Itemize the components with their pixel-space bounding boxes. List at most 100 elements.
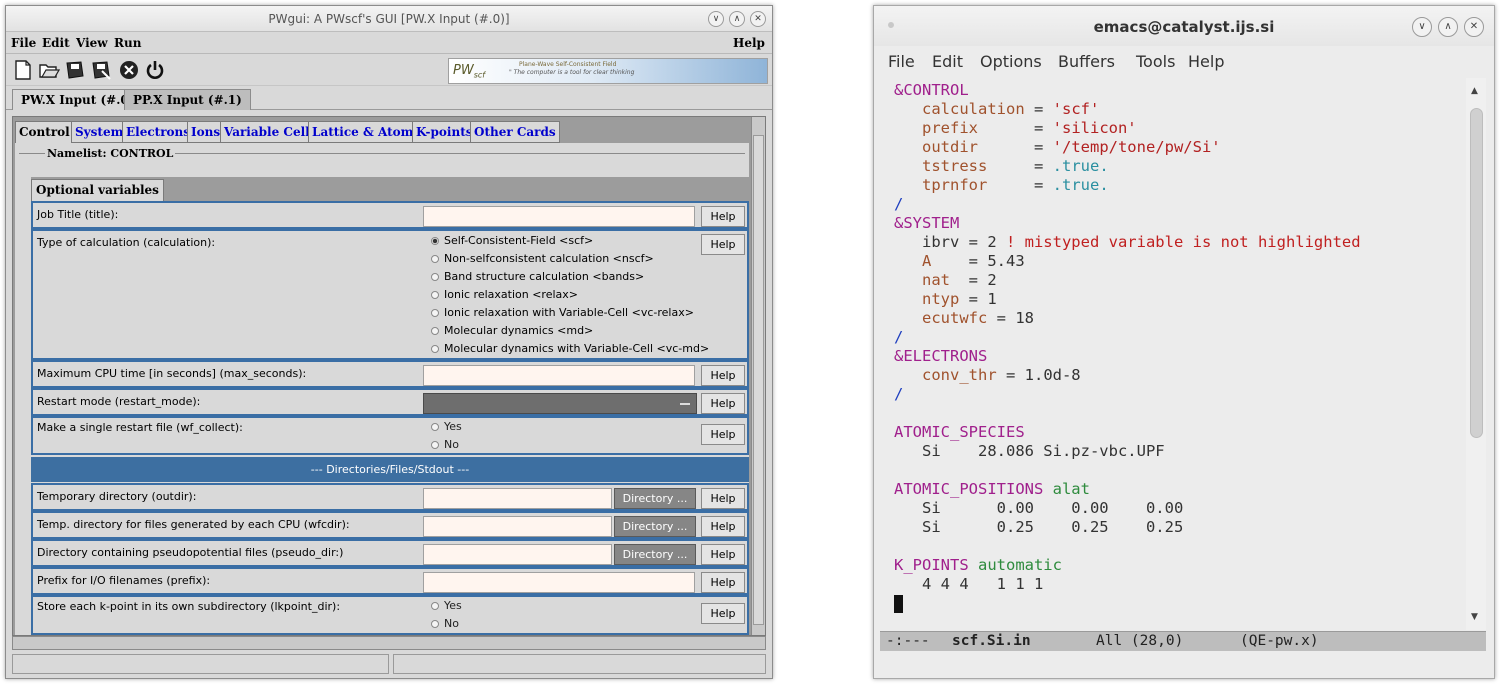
close-file-icon[interactable] (118, 59, 140, 81)
tab-pp-input[interactable]: PP.X Input (#.1) (124, 89, 251, 110)
dropdown-indicator-icon (680, 403, 690, 405)
row-title: Job Title (title): Help (31, 201, 749, 229)
directory-button-wfcdir[interactable]: Directory ... (614, 516, 696, 537)
pwgui-menubar: File Edit View Run Help (6, 32, 772, 54)
scroll-down-icon[interactable]: ▼ (1471, 612, 1478, 622)
pseudo-dir-input[interactable] (423, 544, 612, 565)
save-as-icon[interactable] (90, 59, 112, 81)
menu-edit[interactable]: Edit (42, 36, 70, 50)
optional-variables-bar: Optional variables (31, 177, 749, 201)
minimize-icon[interactable]: ∨ (708, 11, 724, 27)
code-line: K_POINTS automatic (894, 556, 1062, 574)
tab-optional-variables[interactable]: Optional variables (31, 179, 164, 201)
code-line: Si 0.00 0.00 0.00 (894, 499, 1184, 517)
radio-bands[interactable]: Band structure calculation <bands> (431, 270, 644, 283)
panel-vertical-scrollbar[interactable] (751, 117, 765, 635)
code-line: / (894, 195, 904, 213)
code-line: nat = 2 (894, 271, 997, 289)
control-namelist-panel: Namelist: CONTROL Optional variables Job… (15, 143, 749, 635)
emacs-menu-help[interactable]: Help (1188, 52, 1224, 71)
tab-system[interactable]: System (71, 121, 128, 143)
help-button-title[interactable]: Help (701, 206, 745, 227)
row-wfcdir: Temp. directory for files generated by e… (31, 511, 749, 539)
row-calculation: Type of calculation (calculation): Self-… (31, 229, 749, 360)
radio-nscf[interactable]: Non-selfconsistent calculation <nscf> (431, 252, 654, 265)
emacs-menu-edit[interactable]: Edit (932, 52, 963, 71)
wfcdir-input[interactable] (423, 516, 612, 537)
modeline-status: -:--- (886, 633, 930, 649)
radio-md[interactable]: Molecular dynamics <md> (431, 324, 593, 337)
banner-logo: PWscf (453, 63, 486, 80)
radio-wf-collect-no[interactable]: No (431, 438, 459, 451)
emacs-titlebar[interactable]: emacs@catalyst.ijs.si ∨ ∧ ✕ (874, 6, 1494, 46)
menu-run[interactable]: Run (114, 36, 141, 50)
code-line: prefix = 'silicon' (894, 119, 1137, 137)
scrollbar-thumb[interactable] (753, 135, 764, 625)
help-button-max-seconds[interactable]: Help (701, 365, 745, 386)
panel-horizontal-scrollbar[interactable] (12, 636, 766, 650)
emacs-vertical-scrollbar[interactable]: ▲ ▼ (1466, 78, 1486, 630)
emacs-window: emacs@catalyst.ijs.si ∨ ∧ ✕ File Edit Op… (873, 5, 1495, 679)
minimize-icon[interactable]: ∨ (1412, 17, 1432, 37)
help-button-lkpoint-dir[interactable]: Help (701, 603, 745, 624)
radio-lkpoint-dir-yes[interactable]: Yes (431, 599, 462, 612)
menu-file[interactable]: File (11, 36, 36, 50)
help-button-prefix[interactable]: Help (701, 572, 745, 593)
maximize-icon[interactable]: ∧ (729, 11, 745, 27)
directory-button-pseudo-dir[interactable]: Directory ... (614, 544, 696, 565)
emacs-menu-file[interactable]: File (888, 52, 915, 71)
restart-mode-select[interactable] (423, 393, 697, 414)
close-icon[interactable]: ✕ (1464, 17, 1484, 37)
radio-wf-collect-yes[interactable]: Yes (431, 420, 462, 433)
pwgui-toolbar: PWscf Plane-Wave Self-Consistent Field "… (6, 54, 772, 86)
label-calculation: Type of calculation (calculation): (37, 236, 216, 249)
radio-lkpoint-dir-no[interactable]: No (431, 617, 459, 630)
emacs-editor-buffer[interactable]: &CONTROL calculation = 'scf' prefix = 's… (884, 78, 1466, 630)
save-icon[interactable] (64, 59, 86, 81)
tab-k-points[interactable]: K-points (412, 121, 477, 143)
new-file-icon[interactable] (12, 59, 34, 81)
title-input[interactable] (423, 206, 695, 227)
tab-electrons[interactable]: Electrons (122, 121, 194, 143)
document-tabs: PW.X Input (#.0) PP.X Input (#.1) (6, 86, 772, 110)
emacs-menu-buffers[interactable]: Buffers (1058, 52, 1115, 71)
emacs-minibuffer[interactable] (880, 652, 1486, 674)
modeline-buffer-name[interactable]: scf.Si.in (952, 633, 1031, 649)
help-button-wfcdir[interactable]: Help (701, 516, 745, 537)
code-line: ATOMIC_SPECIES (894, 423, 1025, 441)
code-line: ntyp = 1 (894, 290, 997, 308)
tab-ions[interactable]: Ions (187, 121, 225, 143)
power-icon[interactable] (144, 59, 166, 81)
tab-variable-cell[interactable]: Variable Cell (220, 121, 314, 143)
maximize-icon[interactable]: ∧ (1438, 17, 1458, 37)
close-icon[interactable]: ✕ (750, 11, 766, 27)
tab-control[interactable]: Control (15, 121, 74, 145)
code-line: calculation = 'scf' (894, 100, 1100, 118)
modeline-major-mode[interactable]: (QE-pw.x) (1240, 633, 1319, 649)
emacs-menu-tools[interactable]: Tools (1136, 52, 1175, 71)
help-button-pseudo-dir[interactable]: Help (701, 544, 745, 565)
emacs-menu-options[interactable]: Options (980, 52, 1042, 71)
outdir-input[interactable] (423, 488, 612, 509)
open-folder-icon[interactable] (38, 59, 60, 81)
directory-button-outdir[interactable]: Directory ... (614, 488, 696, 509)
help-button-outdir[interactable]: Help (701, 488, 745, 509)
scrollbar-thumb[interactable] (1470, 108, 1483, 438)
radio-vc-relax[interactable]: Ionic relaxation with Variable-Cell <vc-… (431, 306, 694, 319)
help-button-calculation[interactable]: Help (701, 234, 745, 255)
tab-lattice-atoms[interactable]: Lattice & Atoms (308, 121, 425, 143)
menu-view[interactable]: View (76, 36, 108, 50)
prefix-input[interactable] (423, 572, 695, 593)
help-button-wf-collect[interactable]: Help (701, 424, 745, 445)
label-prefix: Prefix for I/O filenames (prefix): (37, 574, 211, 587)
menu-help[interactable]: Help (733, 36, 765, 50)
radio-vc-md[interactable]: Molecular dynamics with Variable-Cell <v… (431, 342, 709, 355)
max-seconds-input[interactable] (423, 365, 695, 386)
scroll-up-icon[interactable]: ▲ (1471, 86, 1478, 96)
help-button-restart-mode[interactable]: Help (701, 393, 745, 414)
row-lkpoint-dir: Store each k-point in its own subdirecto… (31, 595, 749, 635)
pwgui-titlebar[interactable]: PWgui: A PWscf's GUI [PW.X Input (#.0)] … (6, 6, 772, 32)
tab-other-cards[interactable]: Other Cards (470, 121, 560, 143)
radio-scf[interactable]: Self-Consistent-Field <scf> (431, 234, 593, 247)
radio-relax[interactable]: Ionic relaxation <relax> (431, 288, 578, 301)
